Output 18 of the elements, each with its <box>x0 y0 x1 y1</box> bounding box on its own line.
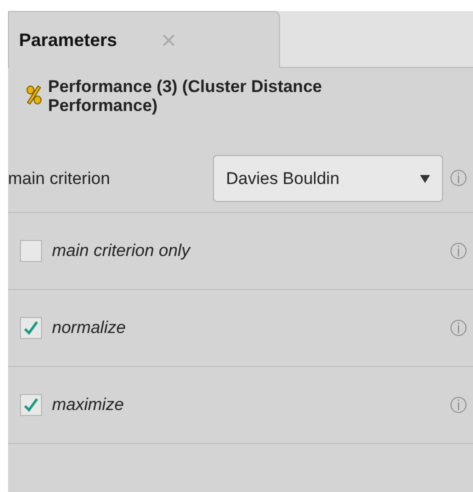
operator-title: Performance (3) (Cluster Distance Performance) <box>48 77 323 115</box>
info-icon[interactable]: ⓘ <box>450 240 467 262</box>
checkbox[interactable] <box>20 240 42 262</box>
checkbox-label: normalize <box>52 318 126 338</box>
info-icon[interactable]: ⓘ <box>450 167 467 190</box>
percent-icon <box>26 85 42 105</box>
checkbox-label: maximize <box>52 395 124 415</box>
checkbox[interactable] <box>20 317 42 339</box>
info-icon[interactable]: ⓘ <box>450 316 467 340</box>
info-icon[interactable]: ⓘ <box>450 394 467 416</box>
parameters-tab[interactable]: Parameters × <box>8 11 280 68</box>
checkbox[interactable] <box>20 394 42 416</box>
parameter-label: main criterion <box>8 168 112 188</box>
checkbox-label: main criterion only <box>52 241 190 261</box>
caret-icon <box>420 174 430 182</box>
criterion-dropdown[interactable]: Davies Bouldin <box>213 155 443 202</box>
tab-label: Parameters <box>19 30 118 50</box>
close-icon[interactable]: × <box>161 24 176 56</box>
